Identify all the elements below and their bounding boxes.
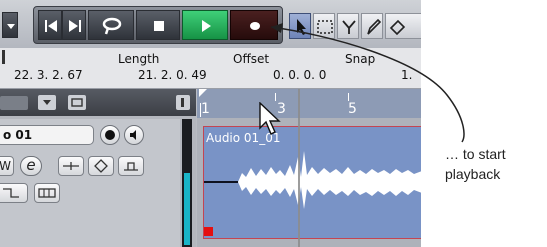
callout-text: … to start playback xyxy=(445,144,547,184)
callout-line-2: playback xyxy=(445,166,501,182)
callout-arrow xyxy=(270,23,465,143)
callout-line-1: … to start xyxy=(445,146,506,162)
